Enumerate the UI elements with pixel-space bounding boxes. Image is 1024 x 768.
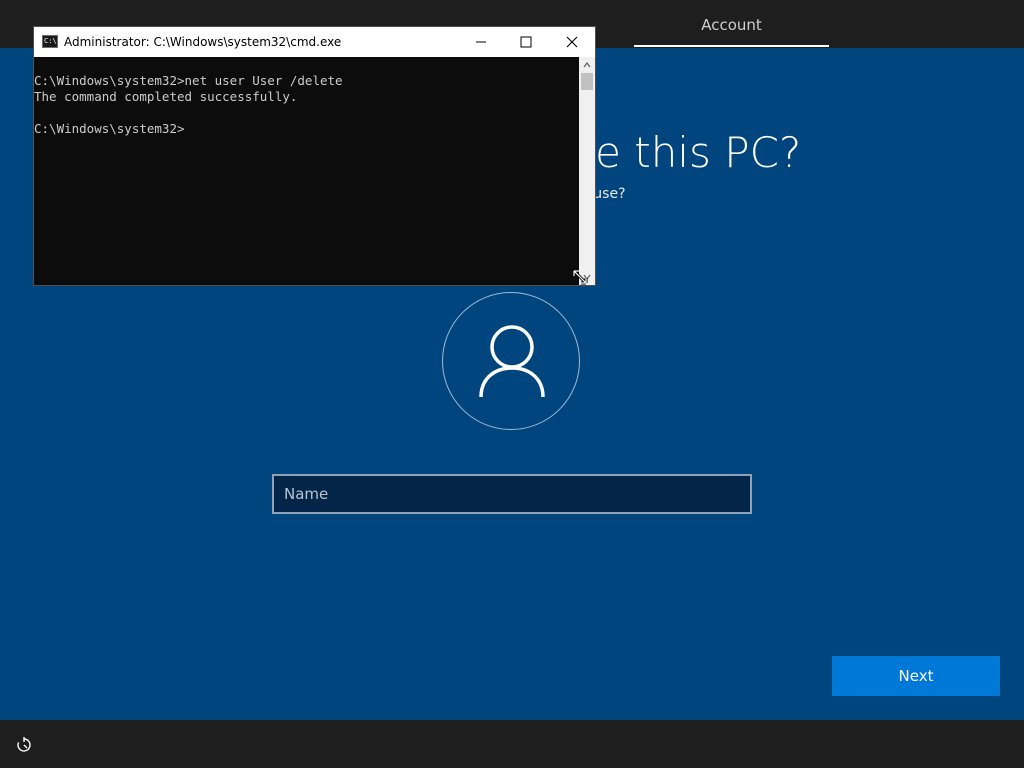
name-input[interactable]	[272, 474, 752, 514]
scroll-up-icon[interactable]	[582, 60, 592, 70]
cmd-app-icon: C:\	[42, 35, 58, 48]
user-icon	[479, 325, 545, 398]
maximize-icon	[520, 36, 532, 48]
console-line: C:\Windows\system32>net user User /delet…	[34, 73, 343, 88]
maximize-button[interactable]	[503, 27, 549, 57]
tab-underline	[634, 45, 829, 47]
cmd-window-title: Administrator: C:\Windows\system32\cmd.e…	[64, 35, 342, 49]
minimize-button[interactable]	[458, 27, 504, 57]
cmd-titlebar[interactable]: C:\ Administrator: C:\Windows\system32\c…	[34, 27, 595, 57]
avatar	[442, 292, 580, 430]
cmd-console-output[interactable]: C:\Windows\system32>net user User /delet…	[34, 57, 579, 285]
minimize-icon	[476, 41, 486, 43]
console-line: The command completed successfully.	[34, 89, 298, 104]
cmd-window[interactable]: C:\ Administrator: C:\Windows\system32\c…	[34, 27, 595, 285]
bottom-bar	[0, 720, 1024, 768]
resize-cursor-icon	[572, 269, 588, 285]
close-icon	[566, 36, 578, 48]
console-line: C:\Windows\system32>	[34, 121, 185, 136]
close-button[interactable]	[549, 27, 595, 57]
scroll-thumb[interactable]	[581, 73, 593, 90]
tab-account: Account	[701, 16, 762, 34]
ease-of-access-icon[interactable]	[15, 736, 33, 754]
next-button[interactable]: Next	[832, 656, 1000, 696]
vertical-scrollbar[interactable]	[579, 57, 595, 285]
